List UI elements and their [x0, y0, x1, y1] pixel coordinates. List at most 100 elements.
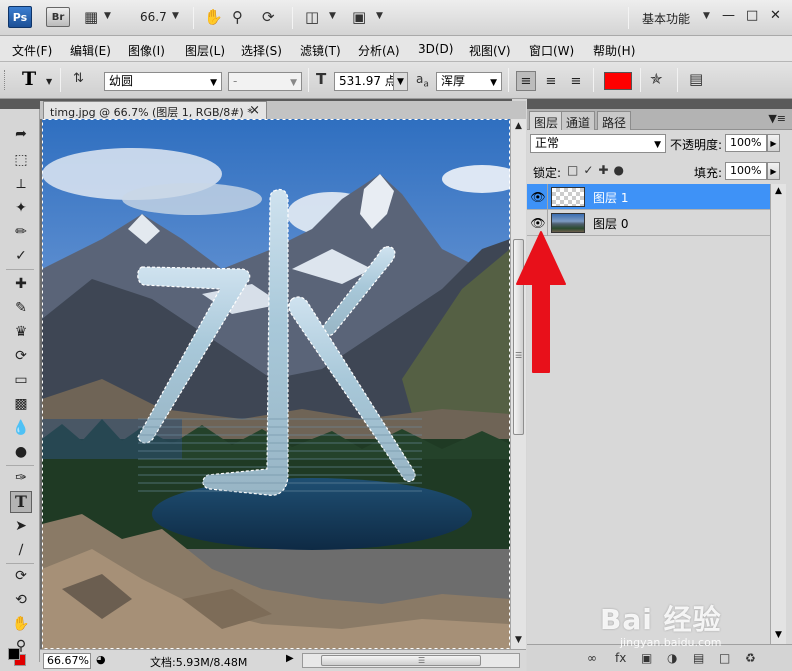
brush-tool-icon[interactable]: ✎ [10, 297, 32, 319]
hand-tool-icon[interactable]: ✋ [10, 613, 32, 635]
document-tab[interactable]: timg.jpg @ 66.7% (图层 1, RGB/8#) * × [43, 101, 267, 119]
3d-rotate-icon[interactable]: ⟳ [10, 565, 32, 587]
chevron-down-icon[interactable]: ▼ [376, 11, 383, 21]
menu-view[interactable]: 视图(V) [469, 42, 511, 59]
gradient-tool-icon[interactable]: ▩ [10, 393, 32, 415]
layer-name[interactable]: 图层 0 [593, 215, 628, 232]
chevron-down-icon[interactable]: ▼ [104, 11, 111, 21]
canvas-horizontal-scrollbar[interactable]: ☰ [302, 653, 520, 668]
3d-orbit-icon[interactable]: ⟲ [10, 589, 32, 611]
menu-window[interactable]: 窗口(W) [529, 42, 574, 59]
crop-tool-icon[interactable]: ✏ [10, 221, 32, 243]
layers-scrollbar[interactable]: ▲ ▼ [770, 184, 786, 644]
document-size-info[interactable]: 文档:5.93M/8.48M [150, 654, 247, 670]
magic-wand-icon[interactable]: ✦ [10, 197, 32, 219]
pen-tool-icon[interactable]: ✑ [10, 467, 32, 489]
type-tool-preset[interactable]: T [22, 68, 36, 90]
adjustment-layer-icon[interactable]: ◑ [667, 651, 677, 665]
chevron-down-icon[interactable]: ▼ [703, 11, 710, 21]
visibility-eye-icon[interactable]: 👁 [530, 189, 546, 205]
new-layer-icon[interactable]: □ [719, 651, 730, 665]
menu-3d[interactable]: 3D(D) [418, 42, 453, 56]
warp-text-icon[interactable]: ✯ [650, 71, 663, 87]
tab-layers[interactable]: 图层 [529, 111, 564, 130]
marquee-tool-icon[interactable]: ⬚ [10, 149, 32, 171]
menu-analysis[interactable]: 分析(A) [358, 42, 400, 59]
toolbox-header[interactable] [0, 99, 40, 109]
menu-layer[interactable]: 图层(L) [185, 42, 225, 59]
tab-channels[interactable]: 通道 [561, 111, 596, 130]
maximize-icon[interactable]: □ [746, 8, 758, 23]
opacity-slider-arrow[interactable]: ▶ [767, 134, 780, 152]
anti-alias-select[interactable]: 浑厚 ▼ [436, 72, 502, 91]
type-tool-icon[interactable]: T [10, 491, 32, 513]
layer-style-icon[interactable]: fx [615, 651, 626, 665]
chevron-down-icon[interactable]: ▼ [329, 11, 336, 21]
fill-field[interactable]: 100% [725, 162, 767, 180]
eyedropper-icon[interactable]: ✓ [10, 245, 32, 267]
layer-name[interactable]: 图层 1 [593, 189, 628, 206]
eraser-tool-icon[interactable]: ▭ [10, 369, 32, 391]
menu-select[interactable]: 选择(S) [241, 42, 282, 59]
status-preview-icon[interactable]: ◕ [96, 653, 106, 666]
panel-dock-header[interactable] [527, 99, 792, 109]
scroll-up-icon[interactable]: ▲ [515, 121, 522, 131]
tab-paths[interactable]: 路径 [597, 111, 632, 130]
close-icon[interactable]: × [249, 103, 260, 118]
layer-mask-icon[interactable]: ▣ [641, 651, 652, 665]
shape-tool-icon[interactable]: ∕ [10, 539, 32, 561]
zoom-status-field[interactable]: 66.67% [43, 653, 91, 669]
minimize-icon[interactable]: — [722, 8, 735, 23]
path-selection-icon[interactable]: ➤ [10, 515, 32, 537]
text-orientation-icon[interactable]: ⇅ [73, 71, 84, 87]
opacity-field[interactable]: 100% [725, 134, 767, 152]
history-brush-icon[interactable]: ⟳ [10, 345, 32, 367]
zoom-level[interactable]: 66.7 [140, 10, 167, 24]
align-center-button[interactable]: ≡ [541, 71, 561, 91]
workspace-switcher[interactable]: 基本功能 [642, 10, 690, 27]
font-family-select[interactable]: 幼圆 ▼ [104, 72, 222, 91]
document-canvas[interactable] [40, 119, 510, 649]
zoom-icon[interactable]: ⚲ [232, 9, 243, 25]
screen-mode-icon[interactable]: ▣ [352, 9, 366, 25]
lock-options[interactable]: □✓✚● [567, 163, 629, 177]
scroll-up-icon[interactable]: ▲ [775, 186, 782, 196]
healing-brush-icon[interactable]: ✚ [10, 273, 32, 295]
layer-row[interactable]: 👁 图层 1 [527, 184, 770, 210]
move-tool-icon[interactable]: ➦ [10, 123, 32, 145]
bridge-button[interactable]: Br [46, 7, 70, 27]
canvas-vertical-scrollbar[interactable]: ▲ ☰ ▼ [510, 119, 526, 649]
horizontal-scroll-thumb[interactable]: ☰ [321, 655, 481, 666]
panel-menu-icon[interactable]: ▼≡ [768, 112, 786, 125]
close-icon[interactable]: ✕ [770, 8, 781, 23]
text-color-swatch[interactable] [604, 72, 632, 90]
arrange-documents-icon[interactable]: ◫ [305, 9, 319, 25]
align-right-button[interactable]: ≡ [566, 71, 586, 91]
film-icon[interactable]: ▦ [84, 9, 98, 25]
scroll-down-icon[interactable]: ▼ [775, 630, 782, 640]
font-size-select[interactable]: 531.97 点 ▼ [334, 72, 408, 91]
character-panel-icon[interactable]: ▤ [689, 71, 703, 87]
menu-help[interactable]: 帮助(H) [593, 42, 635, 59]
hand-icon[interactable]: ✋ [204, 9, 223, 25]
dodge-tool-icon[interactable]: ● [10, 441, 32, 463]
foreground-color-swatch[interactable] [8, 648, 20, 660]
chevron-down-icon[interactable]: ▼ [46, 77, 52, 86]
chevron-down-icon[interactable]: ▼ [172, 11, 179, 21]
blend-mode-select[interactable]: 正常 ▼ [530, 134, 666, 153]
link-layers-icon[interactable]: ∞ [587, 651, 597, 665]
menu-image[interactable]: 图像(I) [128, 42, 165, 59]
clone-stamp-icon[interactable]: ♛ [10, 321, 32, 343]
align-left-button[interactable]: ≡ [516, 71, 536, 91]
delete-layer-icon[interactable]: ♻ [745, 651, 756, 665]
menu-edit[interactable]: 编辑(E) [70, 42, 111, 59]
lasso-tool-icon[interactable]: ⟂ [10, 173, 32, 195]
menu-filter[interactable]: 滤镜(T) [300, 42, 341, 59]
status-menu-icon[interactable]: ▶ [286, 653, 294, 664]
scroll-down-icon[interactable]: ▼ [515, 635, 522, 645]
font-style-select[interactable]: - ▼ [228, 72, 302, 91]
new-group-icon[interactable]: ▤ [693, 651, 704, 665]
menu-file[interactable]: 文件(F) [12, 42, 52, 59]
blur-tool-icon[interactable]: 💧 [10, 417, 32, 439]
fill-slider-arrow[interactable]: ▶ [767, 162, 780, 180]
